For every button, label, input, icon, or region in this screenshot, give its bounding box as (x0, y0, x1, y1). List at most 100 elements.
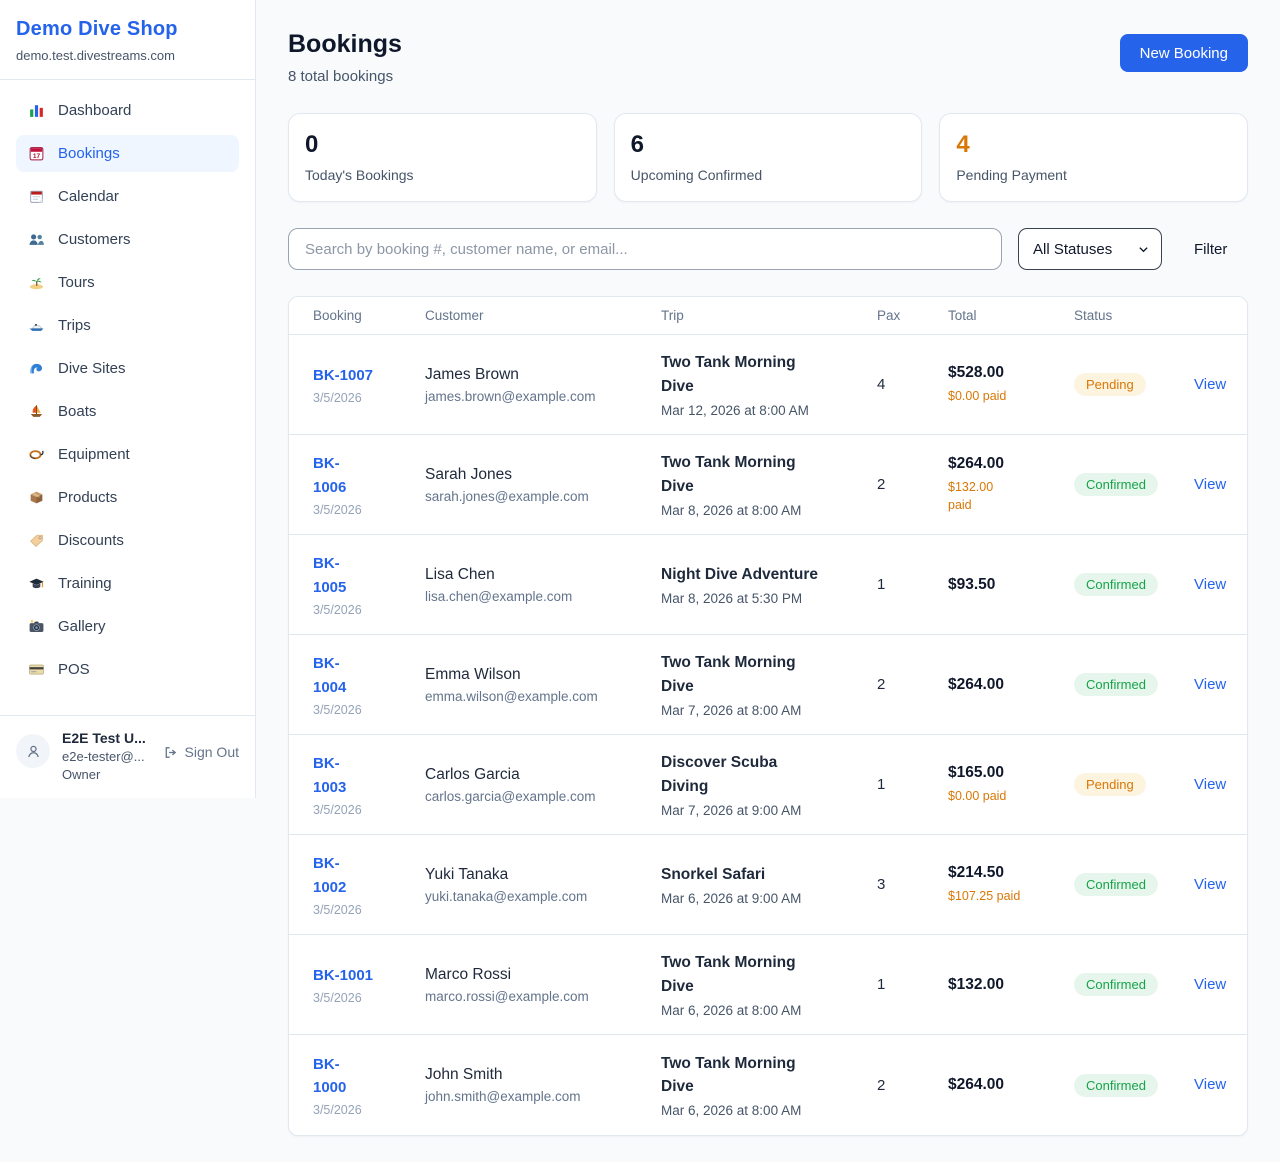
booking-cell: BK-1007 3/5/2026 (313, 364, 425, 405)
view-link[interactable]: View (1194, 576, 1226, 593)
user-name: E2E Test U... (62, 730, 151, 746)
table-row: BK- 1002 3/5/2026 Yuki Tanaka yuki.tanak… (289, 835, 1247, 935)
booking-id-link[interactable]: BK-1007 (313, 364, 411, 387)
customer-cell: Marco Rossi marco.rossi@example.com (425, 966, 661, 1004)
customer-cell: John Smith john.smith@example.com (425, 1066, 661, 1104)
trip-cell: Two Tank Morning Dive Mar 7, 2026 at 8:0… (661, 651, 877, 718)
booking-cell: BK-1001 3/5/2026 (313, 964, 425, 1005)
sidebar-item-customers[interactable]: Customers (16, 221, 239, 258)
sidebar: Demo Dive Shop demo.test.divestreams.com… (0, 0, 256, 798)
status-cell: Confirmed (1074, 973, 1194, 996)
customer-name: Yuki Tanaka (425, 866, 647, 884)
calendar-date-icon: 17 (28, 145, 45, 162)
view-link[interactable]: View (1194, 1076, 1226, 1093)
actions-cell: View (1194, 976, 1240, 994)
sidebar-item-gallery[interactable]: Gallery (16, 608, 239, 645)
view-link[interactable]: View (1194, 476, 1226, 493)
booking-id-link[interactable]: BK- 1002 (313, 852, 411, 899)
booking-id-link[interactable]: BK- 1003 (313, 752, 411, 799)
customer-cell: Lisa Chen lisa.chen@example.com (425, 566, 661, 604)
search-input[interactable] (288, 228, 1002, 270)
view-link[interactable]: View (1194, 976, 1226, 993)
bookings-table: Booking Customer Trip Pax Total Status B… (288, 296, 1248, 1136)
user-role: Owner (62, 767, 151, 782)
total-cell: $264.00 $132.00 paid (948, 455, 1074, 514)
total-cell: $214.50 $107.25 paid (948, 864, 1074, 905)
status-select[interactable]: All Statuses (1018, 228, 1162, 270)
booking-date: 3/5/2026 (313, 703, 411, 717)
sidebar-item-discounts[interactable]: Discounts (16, 522, 239, 559)
table-header-row: Booking Customer Trip Pax Total Status (289, 297, 1247, 335)
brand-name: Demo Dive Shop (16, 18, 239, 41)
pax-value: 2 (877, 476, 948, 493)
sidebar-item-bookings[interactable]: 17 Bookings (16, 135, 239, 172)
view-link[interactable]: View (1194, 876, 1226, 893)
sidebar-item-calendar[interactable]: Calendar (16, 178, 239, 215)
trip-name: Two Tank Morning Dive (661, 951, 836, 998)
view-link[interactable]: View (1194, 376, 1226, 393)
sidebar-item-pos[interactable]: POS (16, 651, 239, 688)
customer-cell: Sarah Jones sarah.jones@example.com (425, 466, 661, 504)
sidebar-item-equipment[interactable]: Equipment (16, 436, 239, 473)
sidebar-item-training[interactable]: Training (16, 565, 239, 602)
sidebar-item-tours[interactable]: Tours (16, 264, 239, 301)
stat-value: 4 (956, 131, 1231, 159)
status-badge: Confirmed (1074, 973, 1158, 996)
main-content: Bookings 8 total bookings New Booking 0 … (256, 0, 1280, 1162)
customer-cell: Carlos Garcia carlos.garcia@example.com (425, 766, 661, 804)
sidebar-item-trips[interactable]: Trips (16, 307, 239, 344)
sidebar-item-products[interactable]: Products (16, 479, 239, 516)
total-cell: $264.00 (948, 676, 1074, 694)
total-amount: $132.00 (948, 976, 1060, 994)
tag-icon (28, 532, 45, 549)
booking-id-link[interactable]: BK- 1004 (313, 652, 411, 699)
users-icon (28, 231, 45, 248)
booking-date: 3/5/2026 (313, 603, 411, 617)
avatar (16, 734, 50, 768)
column-header-status: Status (1074, 308, 1194, 323)
svg-text:17: 17 (33, 153, 41, 160)
customer-name: John Smith (425, 1066, 647, 1084)
sign-out-label: Sign Out (185, 744, 239, 760)
filter-button[interactable]: Filter (1194, 241, 1227, 258)
view-link[interactable]: View (1194, 676, 1226, 693)
customer-name: James Brown (425, 366, 647, 384)
booking-cell: BK- 1005 3/5/2026 (313, 552, 425, 617)
booking-cell: BK- 1000 3/5/2026 (313, 1053, 425, 1118)
paid-amount: $132.00 paid (948, 478, 1060, 514)
status-cell: Confirmed (1074, 473, 1194, 496)
booking-id-link[interactable]: BK-1001 (313, 964, 411, 987)
dive-mask-icon (28, 446, 45, 463)
customer-cell: Emma Wilson emma.wilson@example.com (425, 666, 661, 704)
sidebar-item-boats[interactable]: Boats (16, 393, 239, 430)
booking-cell: BK- 1002 3/5/2026 (313, 852, 425, 917)
status-cell: Confirmed (1074, 1074, 1194, 1097)
trip-datetime: Mar 6, 2026 at 8:00 AM (661, 1003, 863, 1018)
status-cell: Confirmed (1074, 673, 1194, 696)
pax-value: 3 (877, 876, 948, 893)
pax-value: 2 (877, 1077, 948, 1094)
grad-cap-icon (28, 575, 45, 592)
paid-amount: $0.00 paid (948, 387, 1060, 405)
sidebar-item-dashboard[interactable]: Dashboard (16, 92, 239, 129)
booking-id-link[interactable]: BK- 1000 (313, 1053, 411, 1100)
sign-out-icon (163, 745, 178, 760)
camera-icon (28, 618, 45, 635)
trip-name: Two Tank Morning Dive (661, 651, 836, 698)
booking-cell: BK- 1004 3/5/2026 (313, 652, 425, 717)
booking-id-link[interactable]: BK- 1006 (313, 452, 411, 499)
total-amount: $264.00 (948, 455, 1060, 473)
customer-name: Emma Wilson (425, 666, 647, 684)
chevron-down-icon (1138, 244, 1149, 255)
status-cell: Pending (1074, 773, 1194, 796)
stat-label: Today's Bookings (305, 167, 580, 183)
status-badge: Confirmed (1074, 873, 1158, 896)
trip-datetime: Mar 8, 2026 at 8:00 AM (661, 503, 863, 518)
customer-name: Marco Rossi (425, 966, 647, 984)
calendar-icon (28, 188, 45, 205)
view-link[interactable]: View (1194, 776, 1226, 793)
sidebar-item-dive-sites[interactable]: Dive Sites (16, 350, 239, 387)
booking-id-link[interactable]: BK- 1005 (313, 552, 411, 599)
sign-out-button[interactable]: Sign Out (163, 744, 239, 760)
new-booking-button[interactable]: New Booking (1120, 34, 1248, 72)
